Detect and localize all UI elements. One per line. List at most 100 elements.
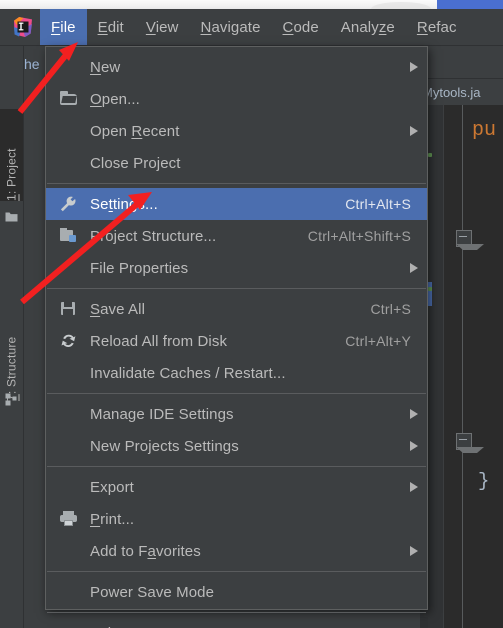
menu-item-icon-slot [46,252,90,284]
menu-item-file-properties[interactable]: File Properties [46,252,427,284]
menu-separator [47,183,426,184]
menu-item-open-recent[interactable]: Open Recent [46,115,427,147]
menu-item-icon-slot [46,503,90,535]
menu-item-icon-slot [46,398,90,430]
chevron-right-icon [401,263,427,273]
menu-item-reload-all-shortcut: Ctrl+Alt+Y [345,333,411,349]
intellij-idea-window: he 1: Project 7: Structure Mytools.ja pu… [0,0,503,628]
menu-item-open[interactable]: Open... [46,83,427,115]
menubar-item-view[interactable]: View [135,9,190,45]
chevron-right-icon [401,62,427,72]
menubar-item-view-label: View [145,18,179,36]
menu-item-file-properties-label: File Properties [90,259,189,277]
menu-item-new-projects-settings[interactable]: New Projects Settings [46,430,427,462]
intellij-idea-logo-icon [12,16,34,38]
menubar-item-code-label: Code [282,18,319,36]
structure-icon [5,393,18,406]
menu-item-print-label: Print... [90,510,135,528]
menu-item-exit-label: Exit [90,625,401,628]
sidebar-item-project[interactable]: 1: Project [0,109,23,201]
editor-tab-label[interactable]: Mytools.ja [422,85,481,100]
title-strip-accent [437,0,503,9]
project-tool-window-panel [23,45,45,628]
project-tree-visible-text: he [24,56,40,72]
menu-item-settings-shortcut: Ctrl+Alt+S [345,196,411,212]
menu-item-new-label: New [90,58,121,76]
main-menu-bar: File Edit View Navigate Code Analyze Ref… [0,9,503,46]
menu-item-settings[interactable]: Settings... Ctrl+Alt+S [46,188,427,220]
editor-area: Mytools.ja pu } [420,45,503,628]
menu-item-export-label: Export [90,478,134,496]
menu-item-save-all-label: Save All [90,300,146,318]
chevron-right-icon [401,441,427,451]
menu-item-icon-slot [46,188,90,220]
menubar-item-file[interactable]: File [40,9,87,45]
sidebar-item-structure[interactable]: 7: Structure [0,293,23,401]
chevron-right-icon [401,409,427,419]
chevron-right-icon [401,126,427,136]
menu-item-project-structure-label: Project Structure... [90,227,217,245]
window-title-strip [0,0,503,16]
code-fold-marker[interactable] [456,433,484,453]
menu-item-icon-slot [46,617,90,628]
printer-icon [60,511,77,526]
menubar-item-navigate-label: Navigate [200,18,261,36]
tool-window-stripe-left: 1: Project 7: Structure [0,45,24,628]
menu-item-close-project[interactable]: Close Project [46,147,427,179]
code-fold-marker[interactable] [456,230,484,250]
menu-item-icon-slot [46,357,90,389]
menu-item-add-to-favorites-label: Add to Favorites [90,542,201,560]
menu-separator [47,612,426,613]
menu-item-icon-slot [46,293,90,325]
menubar-item-navigate[interactable]: Navigate [190,9,272,45]
menu-item-add-to-favorites[interactable]: Add to Favorites [46,535,427,567]
code-keyword-public: pu [472,119,497,142]
menu-item-invalidate-caches-label: Invalidate Caches / Restart... [90,364,286,382]
menu-item-manage-ide-settings[interactable]: Manage IDE Settings [46,398,427,430]
menu-item-project-structure-shortcut: Ctrl+Alt+Shift+S [307,228,411,244]
menubar-item-edit[interactable]: Edit [87,9,135,45]
reload-icon [60,333,77,348]
menu-item-export[interactable]: Export [46,471,427,503]
file-menu-popup: New Open... Open Recent Close Project Se… [45,46,428,628]
menu-item-power-save-mode-label: Power Save Mode [90,583,215,601]
menu-item-reload-all-from-disk[interactable]: Reload All from Disk Ctrl+Alt+Y [46,325,427,357]
menu-item-reload-all-from-disk-label: Reload All from Disk [90,332,228,350]
menu-item-manage-ide-settings-label: Manage IDE Settings [90,405,234,423]
menubar-item-edit-label: Edit [97,18,124,36]
menu-item-save-all-shortcut: Ctrl+S [370,301,411,317]
menubar-item-analyze[interactable]: Analyze [330,9,406,45]
menu-separator [47,393,426,394]
editor-tab-strip[interactable]: Mytools.ja [420,78,503,107]
menu-separator [47,288,426,289]
code-fold-line [462,105,463,628]
menu-separator [47,466,426,467]
menu-item-invalidate-caches[interactable]: Invalidate Caches / Restart... [46,357,427,389]
gutter-annotation-dot [428,287,432,291]
menu-item-icon-slot [46,147,90,179]
menu-item-print[interactable]: Print... [46,503,427,535]
menu-item-icon-slot [46,83,90,115]
folder-icon [60,91,77,106]
menu-item-icon-slot [46,220,90,252]
chevron-right-icon [401,482,427,492]
menu-item-open-recent-label: Open Recent [90,122,180,140]
menu-item-icon-slot [46,430,90,462]
menu-item-icon-slot [46,535,90,567]
menu-item-save-all[interactable]: Save All Ctrl+S [46,293,427,325]
menu-item-exit[interactable]: Exit [46,617,427,628]
folder-icon [5,210,18,223]
code-closing-brace: } [478,470,490,492]
sidebar-item-structure-label: 7: Structure [4,336,19,401]
wrench-icon [60,196,77,212]
menu-item-settings-label: Settings... [90,195,158,213]
menu-item-new-projects-settings-label: New Projects Settings [90,437,239,455]
menu-item-power-save-mode[interactable]: Power Save Mode [46,576,427,608]
menu-item-icon-slot [46,471,90,503]
menu-item-icon-slot [46,51,90,83]
menubar-item-code[interactable]: Code [272,9,330,45]
menu-item-icon-slot [46,115,90,147]
menu-item-new[interactable]: New [46,51,427,83]
menubar-item-refactor[interactable]: Refac [406,9,468,45]
menu-item-project-structure[interactable]: Project Structure... Ctrl+Alt+Shift+S [46,220,427,252]
